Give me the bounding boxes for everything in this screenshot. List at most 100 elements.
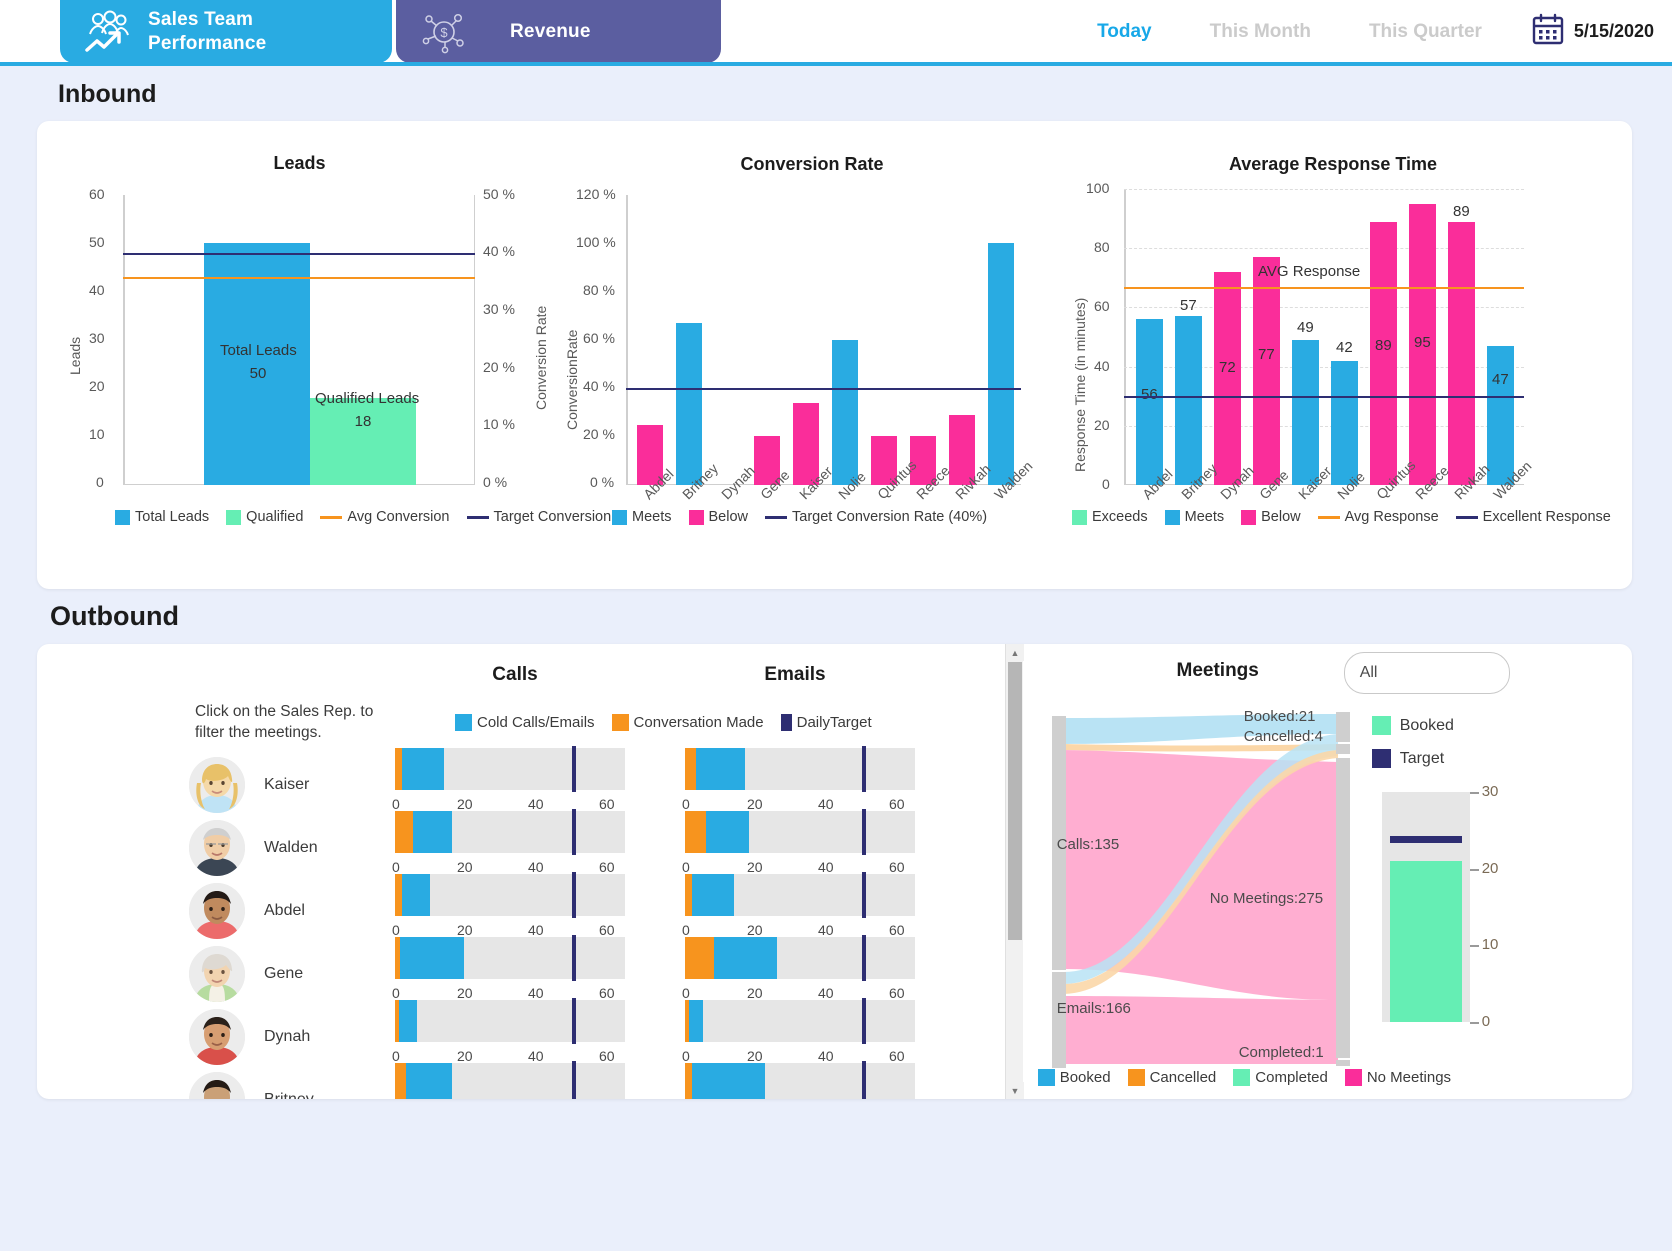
bullet-track-emails-dynah[interactable] (685, 1000, 915, 1042)
rep-item-britney[interactable]: Britney (189, 1072, 314, 1099)
legend-item-avg-response[interactable]: Avg Response (1318, 509, 1439, 525)
bullet-target-calls-kaiser (572, 746, 576, 792)
chart-leads: Leads 60 50 40 30 20 10 0 50 % 40 % 30 %… (37, 131, 562, 589)
resp-ytick: 40 (1094, 358, 1110, 374)
bullet-xtick-calls: 0 (392, 859, 400, 875)
legend-item-booked-gauge[interactable]: Booked (1372, 716, 1454, 735)
tab-sales-line2: Performance (148, 33, 266, 54)
legend-item-target-gauge[interactable]: Target (1372, 749, 1444, 768)
conv-ytick: 100 % (576, 234, 616, 250)
legend-item-below[interactable]: Below (1241, 509, 1301, 525)
period-today[interactable]: Today (1068, 21, 1181, 43)
leads-y-axis-label: Leads (67, 337, 83, 375)
legend-item-cold-calls-emails[interactable]: Cold Calls/Emails (455, 714, 595, 731)
bullet-xtick-calls: 60 (599, 859, 615, 875)
legend-conversion: Meets Below Target Conversion Rate (40%) (612, 509, 998, 525)
rep-item-walden[interactable]: Walden (189, 820, 318, 876)
gauge-ytick: 0 (1482, 1013, 1490, 1030)
bullet-cold-calls-britney (406, 1063, 452, 1099)
bullet-cold-emails-abdel (692, 874, 734, 916)
legend-item-total-leads[interactable]: Total Leads (115, 509, 209, 525)
resp-ytick: 80 (1094, 239, 1110, 255)
bullet-target-emails-gene (862, 935, 866, 981)
tab-revenue[interactable]: $ Revenue (396, 0, 721, 63)
bullet-target-emails-kaiser (862, 746, 866, 792)
legend-label: Meets (1185, 509, 1225, 525)
outbound-scrollbar[interactable]: ▲ ▼ (1005, 644, 1023, 1099)
chart-emails-title: Emails (675, 664, 915, 686)
bullet-track-calls-dynah[interactable] (395, 1000, 625, 1042)
period-this-quarter[interactable]: This Quarter (1340, 21, 1511, 43)
response-y-axis (1124, 189, 1126, 485)
date-picker[interactable]: 5/15/2020 (1511, 12, 1654, 51)
rep-item-kaiser[interactable]: Kaiser (189, 757, 309, 813)
legend-item-booked[interactable]: Booked (1038, 1069, 1111, 1086)
rep-item-gene[interactable]: Gene (189, 946, 303, 1002)
bar-resp-gene[interactable] (1253, 257, 1280, 485)
legend-label: Conversation Made (634, 714, 764, 731)
bullet-xtick-emails: 0 (682, 922, 690, 938)
bar-resp-britney[interactable] (1175, 316, 1202, 485)
legend-item-meets[interactable]: Meets (612, 509, 672, 525)
rep-item-dynah[interactable]: Dynah (189, 1009, 310, 1065)
sankey-source-emails: Emails:166 (1057, 1000, 1131, 1017)
tab-sales-team-performance[interactable]: Sales Team Performance (60, 0, 392, 63)
legend-item-meets[interactable]: Meets (1165, 509, 1225, 525)
value-label-britney: 57 (1180, 297, 1197, 314)
bullet-cold-emails-gene (714, 937, 777, 979)
conversion-y-axis-label: ConversionRate (564, 330, 580, 430)
legend-label: DailyTarget (797, 714, 872, 731)
bar-resp-rivkah[interactable] (1448, 222, 1475, 485)
bar-conv-britney[interactable] (676, 323, 702, 485)
legend-item-cancelled[interactable]: Cancelled (1128, 1069, 1217, 1086)
bar-label-total-leads-value: 50 (250, 365, 267, 382)
bullet-xtick-emails: 60 (889, 922, 905, 938)
bar-conv-walden[interactable] (988, 243, 1014, 485)
bar-resp-kaiser[interactable] (1292, 340, 1319, 485)
legend-item-excellent-response[interactable]: Excellent Response (1456, 509, 1611, 525)
bar-conv-nolie[interactable] (832, 340, 858, 485)
legend-item-conversation-made[interactable]: Conversation Made (612, 714, 764, 731)
legend-item-below[interactable]: Below (689, 509, 749, 525)
period-selector: Today This Month This Quarter 5/15/2020 (1068, 0, 1654, 63)
outbound-card: Click on the Sales Rep. to filter the me… (37, 644, 1632, 1099)
rep-name: Gene (264, 965, 303, 983)
scrollbar-thumb[interactable] (1008, 662, 1022, 940)
bullet-target-emails-abdel (862, 872, 866, 918)
meetings-filter-select[interactable]: All (1344, 652, 1510, 694)
annotation-avg-response: AVG Response (1258, 263, 1360, 280)
rep-item-abdel[interactable]: Abdel (189, 883, 305, 939)
legend-item-target-conversion-rate[interactable]: Target Conversion Rate (40%) (765, 509, 987, 525)
legend-response: Exceeds Meets Below Avg Response Excelle… (1072, 509, 1622, 525)
legend-item-exceeds[interactable]: Exceeds (1072, 509, 1148, 525)
bullet-conversation-emails-britney (685, 1063, 692, 1099)
chart-response-title: Average Response Time (1034, 154, 1632, 175)
chart-calls: Calls (395, 664, 635, 686)
bullet-xtick-calls: 20 (457, 1048, 473, 1064)
bullet-xtick-calls: 40 (528, 922, 544, 938)
legend-item-completed[interactable]: Completed (1233, 1069, 1328, 1086)
legend-item-qualified[interactable]: Qualified (226, 509, 303, 525)
legend-item-no-meetings[interactable]: No Meetings (1345, 1069, 1451, 1086)
bar-resp-nolie[interactable] (1331, 361, 1358, 485)
tab-sales-line1: Sales Team (148, 9, 253, 30)
period-this-month[interactable]: This Month (1181, 21, 1340, 43)
bullet-xtick-emails: 60 (889, 1048, 905, 1064)
bullet-cold-emails-walden (706, 811, 749, 853)
header-accent-bar (0, 62, 1672, 66)
bullet-xtick-emails: 20 (747, 859, 763, 875)
legend-item-avg-conversion[interactable]: Avg Conversion (320, 509, 449, 525)
conv-ytick: 60 % (583, 330, 615, 346)
tab-revenue-label: Revenue (510, 20, 591, 43)
legend-label: No Meetings (1367, 1069, 1451, 1086)
bar-resp-walden[interactable] (1487, 346, 1514, 485)
bar-resp-dynah[interactable] (1214, 272, 1241, 485)
bullet-xtick-emails: 0 (682, 859, 690, 875)
bullet-target-calls-gene (572, 935, 576, 981)
legend-item-daily-target[interactable]: DailyTarget (781, 714, 872, 731)
legend-label: Cancelled (1150, 1069, 1217, 1086)
leads-y2tick: 50 % (483, 186, 515, 202)
avatar-abdel (189, 883, 245, 939)
xtick-dynah: Dynah (718, 462, 758, 502)
bullet-conversation-emails-walden (685, 811, 706, 853)
